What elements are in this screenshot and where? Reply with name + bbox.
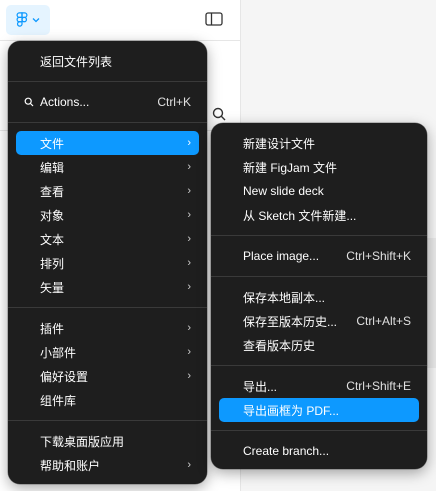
view-version-history-item[interactable]: 查看版本历史 xyxy=(219,333,419,357)
actions-label: Actions... xyxy=(40,95,90,109)
menu-item-label: 下载桌面版应用 xyxy=(40,434,125,449)
menu-item-shortcut: Ctrl+Shift+E xyxy=(346,379,411,393)
place-image-item[interactable]: Place image... Ctrl+Shift+K xyxy=(219,244,419,268)
main-menu-button[interactable] xyxy=(6,5,50,35)
menu-item-text[interactable]: 文本 › xyxy=(16,227,199,251)
menu-item-arrange[interactable]: 排列 › xyxy=(16,251,199,275)
menu-item-object[interactable]: 对象 › xyxy=(16,203,199,227)
menu-item-shortcut: Ctrl+Shift+K xyxy=(346,249,411,263)
menu-item-label: 编辑 xyxy=(40,160,65,175)
create-branch-item[interactable]: Create branch... xyxy=(219,439,419,463)
file-submenu: 新建设计文件 新建 FigJam 文件 New slide deck 从 Ske… xyxy=(211,123,427,469)
menu-item-file[interactable]: 文件 › xyxy=(16,131,199,155)
menu-item-label: New slide deck xyxy=(243,184,324,198)
chevron-right-icon: › xyxy=(187,257,191,269)
export-frames-pdf-item[interactable]: 导出画框为 PDF... xyxy=(219,398,419,422)
menu-item-plugins[interactable]: 插件 › xyxy=(16,316,199,340)
chevron-right-icon: › xyxy=(187,209,191,221)
menu-item-label: 新建 FigJam 文件 xyxy=(243,160,338,175)
menu-item-vector[interactable]: 矢量 › xyxy=(16,275,199,299)
chevron-right-icon: › xyxy=(187,346,191,358)
back-to-files-label: 返回文件列表 xyxy=(40,54,113,69)
chevron-right-icon: › xyxy=(187,322,191,334)
new-design-file-item[interactable]: 新建设计文件 xyxy=(219,131,419,155)
chevron-right-icon: › xyxy=(187,233,191,245)
chevron-right-icon: › xyxy=(187,137,191,149)
main-menu: 返回文件列表 Actions... Ctrl+K 文件 › 编辑 › 查看 › … xyxy=(8,41,207,484)
menu-item-help-account[interactable]: 帮助和账户 › xyxy=(16,453,199,477)
menu-item-shortcut: Ctrl+Alt+S xyxy=(356,314,411,328)
menu-item-libraries[interactable]: 组件库 xyxy=(16,388,199,412)
new-from-sketch-item[interactable]: 从 Sketch 文件新建... xyxy=(219,203,419,227)
menu-item-label: 新建设计文件 xyxy=(243,136,316,151)
menu-item-label: 从 Sketch 文件新建... xyxy=(243,208,357,223)
actions-shortcut: Ctrl+K xyxy=(157,95,191,109)
menu-item-label: 保存至版本历史... xyxy=(243,314,338,329)
menu-item-label: 排列 xyxy=(40,256,65,271)
menu-item-label: Create branch... xyxy=(243,444,330,458)
export-item[interactable]: 导出... Ctrl+Shift+E xyxy=(219,374,419,398)
menu-item-label: 查看 xyxy=(40,184,65,199)
menu-item-label: 文件 xyxy=(40,136,65,151)
save-local-copy-item[interactable]: 保存本地副本... xyxy=(219,285,419,309)
search-icon[interactable] xyxy=(212,107,226,121)
menu-item-label: Place image... xyxy=(243,249,320,263)
menu-item-label: 帮助和账户 xyxy=(40,458,101,473)
menu-item-download-app[interactable]: 下载桌面版应用 xyxy=(16,429,199,453)
new-figjam-file-item[interactable]: 新建 FigJam 文件 xyxy=(219,155,419,179)
search-icon xyxy=(24,97,34,107)
top-toolbar xyxy=(0,0,240,40)
back-to-files-item[interactable]: 返回文件列表 xyxy=(16,49,199,73)
menu-item-label: 小部件 xyxy=(40,345,77,360)
menu-item-label: 偏好设置 xyxy=(40,369,89,384)
actions-item[interactable]: Actions... Ctrl+K xyxy=(16,90,199,114)
menu-item-label: 矢量 xyxy=(40,280,65,295)
menu-item-label: 导出画框为 PDF... xyxy=(243,403,340,418)
menu-item-label: 对象 xyxy=(40,208,65,223)
chevron-right-icon: › xyxy=(187,161,191,173)
chevron-right-icon: › xyxy=(187,281,191,293)
panel-toggle-icon[interactable] xyxy=(205,12,223,26)
menu-item-edit[interactable]: 编辑 › xyxy=(16,155,199,179)
menu-item-label: 保存本地副本... xyxy=(243,290,326,305)
menu-item-widgets[interactable]: 小部件 › xyxy=(16,340,199,364)
chevron-right-icon: › xyxy=(187,185,191,197)
menu-item-preferences[interactable]: 偏好设置 › xyxy=(16,364,199,388)
chevron-right-icon: › xyxy=(187,459,191,471)
menu-item-label: 组件库 xyxy=(40,393,77,408)
chevron-right-icon: › xyxy=(187,370,191,382)
chevron-down-icon xyxy=(32,18,40,23)
figma-logo-icon xyxy=(16,12,28,27)
menu-item-label: 查看版本历史 xyxy=(243,338,316,353)
menu-item-label: 插件 xyxy=(40,321,65,336)
save-to-version-history-item[interactable]: 保存至版本历史... Ctrl+Alt+S xyxy=(219,309,419,333)
menu-item-view[interactable]: 查看 › xyxy=(16,179,199,203)
new-slide-deck-item[interactable]: New slide deck xyxy=(219,179,419,203)
menu-item-label: 文本 xyxy=(40,232,65,247)
menu-item-label: 导出... xyxy=(243,379,278,394)
